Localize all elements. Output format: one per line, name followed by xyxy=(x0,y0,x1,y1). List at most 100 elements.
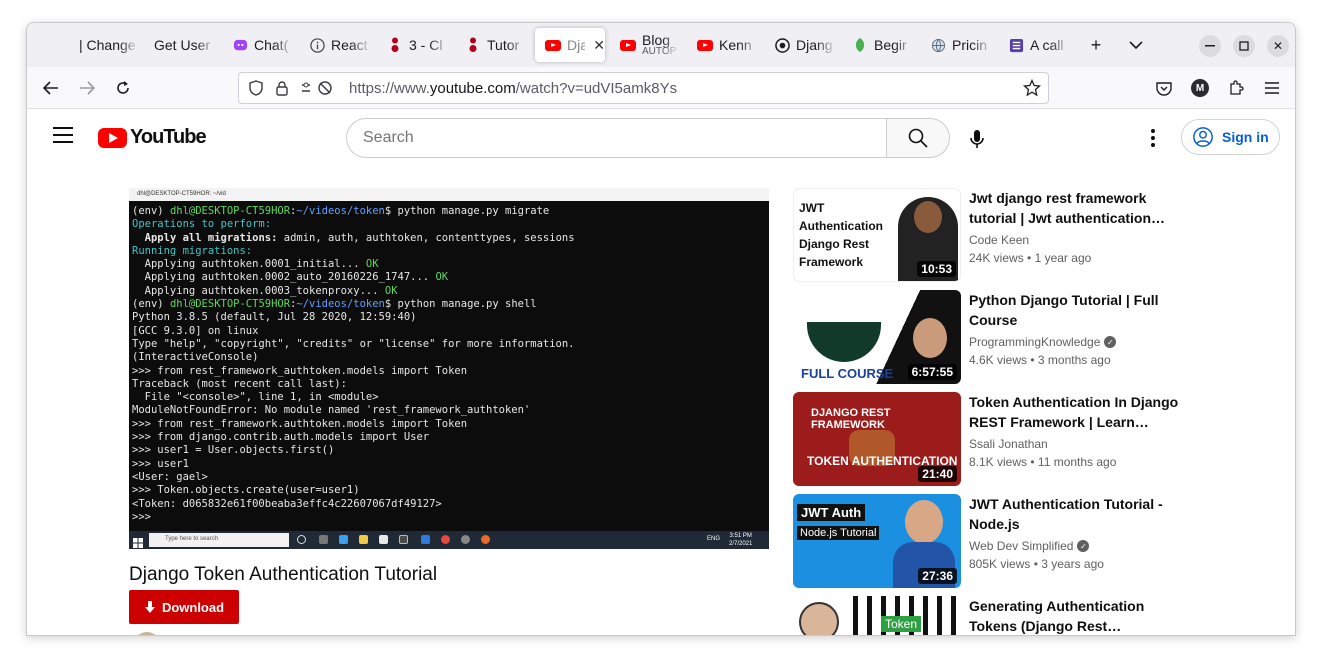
pocket-button[interactable] xyxy=(1152,76,1176,100)
tab-a-call[interactable]: A call xyxy=(998,28,1070,62)
related-meta: 8.1K views • 11 months ago xyxy=(969,455,1117,469)
download-arrow-icon xyxy=(144,600,155,613)
presenter-face xyxy=(799,602,839,635)
github-desktop-icon xyxy=(461,535,470,544)
related-channel[interactable]: ProgrammingKnowledge ✓ xyxy=(969,335,1117,349)
tab-tutor[interactable]: Tutor xyxy=(455,28,527,62)
globe-icon xyxy=(930,37,946,53)
new-tab-button[interactable]: + xyxy=(1083,33,1109,57)
sign-in-button[interactable]: Sign in xyxy=(1181,119,1280,155)
duration-badge: 27:36 xyxy=(918,568,957,584)
tab-django-active[interactable]: Dja ✕ xyxy=(535,28,605,62)
related-channel[interactable]: Code Keen xyxy=(969,233,1029,247)
tab-label: Dja xyxy=(567,37,585,53)
folder-icon xyxy=(359,535,368,544)
minimize-button[interactable] xyxy=(1199,35,1221,57)
guide-menu-icon[interactable] xyxy=(53,127,73,143)
chevron-down-icon xyxy=(1129,40,1143,49)
thumbnail-text: JWT Authentication Django Rest Framework xyxy=(799,201,883,269)
download-button[interactable]: Download xyxy=(129,590,239,624)
related-title[interactable]: Token Authentication In Django REST Fram… xyxy=(969,392,1179,432)
permissions-icon[interactable] xyxy=(301,79,335,97)
nav-bar: https://www.youtube.com/watch?v=udVI5amk… xyxy=(27,67,1295,109)
video-thumbnail[interactable]: Token xyxy=(793,596,961,635)
video-thumbnail[interactable]: FULL COURSE 6:57:55 xyxy=(793,290,961,384)
tab-blog[interactable]: Blog AUTOP xyxy=(610,28,682,62)
edge-icon xyxy=(339,535,348,544)
close-tab-icon[interactable]: ✕ xyxy=(593,37,605,54)
video-thumbnail[interactable]: DJANGO REST FRAMEWORK TOKEN AUTHENTICATI… xyxy=(793,392,961,486)
list-all-tabs-button[interactable] xyxy=(1123,33,1149,57)
tab-react[interactable]: React xyxy=(299,28,371,62)
related-video[interactable]: FULL COURSE 6:57:55 Python Django Tutori… xyxy=(793,290,1213,384)
extensions-button[interactable] xyxy=(1224,76,1248,100)
related-title[interactable]: Generating Authentication Tokens (Django… xyxy=(969,596,1179,635)
tab-django-github[interactable]: Djang xyxy=(764,28,836,62)
related-title[interactable]: JWT Authentication Tutorial - Node.js xyxy=(969,494,1179,534)
settings-more-icon[interactable] xyxy=(1143,127,1163,151)
terminal-title-bar: dhl@DESKTOP-CT59HOR: ~/vid xyxy=(129,188,769,201)
related-video[interactable]: JWT Authentication Django Rest Framework… xyxy=(793,188,1213,282)
forward-button[interactable] xyxy=(75,76,99,100)
close-window-button[interactable]: ✕ xyxy=(1267,35,1289,57)
maximize-button[interactable] xyxy=(1233,35,1255,57)
search-button[interactable] xyxy=(886,118,950,158)
related-channel[interactable]: Web Dev Simplified ✓ xyxy=(969,539,1090,553)
youtube-icon xyxy=(697,37,713,53)
video-thumbnail[interactable]: JWT Authentication Django Rest Framework… xyxy=(793,188,961,282)
url-path: /watch?v=udVI5amk8Ys xyxy=(515,80,678,97)
dots-icon xyxy=(387,37,403,53)
youtube-play-icon xyxy=(98,127,127,148)
forward-arrow-icon xyxy=(80,81,95,95)
reload-button[interactable] xyxy=(111,76,135,100)
app-menu-button[interactable] xyxy=(1260,76,1284,100)
vscode-icon xyxy=(421,535,430,544)
channel-avatar[interactable] xyxy=(133,632,161,635)
tab-3-cl[interactable]: 3 - Cl xyxy=(377,28,449,62)
lock-icon[interactable] xyxy=(273,79,291,97)
view-count: 4.6K views xyxy=(969,353,1028,367)
youtube-header: YouTube Sign in xyxy=(27,109,1295,165)
search-input[interactable] xyxy=(347,119,886,157)
back-button[interactable] xyxy=(39,76,63,100)
shield-icon[interactable] xyxy=(247,79,265,97)
microphone-icon[interactable] xyxy=(965,127,989,151)
bookmark-star-icon[interactable] xyxy=(1023,79,1041,97)
tab-begin[interactable]: Begir xyxy=(842,28,914,62)
thumbnail-text: DJANGO REST FRAMEWORK xyxy=(811,407,891,431)
store-icon xyxy=(379,535,388,544)
back-arrow-icon xyxy=(43,81,58,95)
account-circle-icon xyxy=(1193,127,1213,147)
related-channel[interactable]: Ssali Jonathan xyxy=(969,437,1048,451)
terminal-app-icon xyxy=(399,535,408,544)
channel-name: Web Dev Simplified xyxy=(969,539,1074,553)
url-text: https://www.youtube.com/watch?v=udVI5amk… xyxy=(349,80,677,97)
youtube-icon xyxy=(620,37,636,53)
tab-change[interactable]: | Change xyxy=(69,28,139,62)
thumbnail-text: Token xyxy=(881,616,922,632)
tab-chat[interactable]: Chat( xyxy=(222,28,294,62)
related-meta: 805K views • 3 years ago xyxy=(969,557,1104,571)
account-button[interactable]: M xyxy=(1188,76,1212,100)
related-meta: 4.6K views • 3 months ago xyxy=(969,353,1111,367)
video-thumbnail[interactable]: JWT Auth Node.js Tutorial 27:36 xyxy=(793,494,961,588)
related-title[interactable]: Jwt django rest framework tutorial | Jwt… xyxy=(969,188,1179,228)
taskbar-search-text: Type here to search xyxy=(165,536,219,542)
tab-kenn[interactable]: Kenn xyxy=(687,28,759,62)
related-video[interactable]: Token Generating Authentication Tokens (… xyxy=(793,596,1213,635)
tab-strip: | Change Get User Chat( React 3 - Cl Tut… xyxy=(27,23,1295,67)
related-title[interactable]: Python Django Tutorial | Full Course xyxy=(969,290,1179,330)
tab-get-user[interactable]: Get User xyxy=(144,28,216,62)
youtube-logo[interactable]: YouTube xyxy=(98,126,207,149)
tab-pricing[interactable]: Pricin xyxy=(920,28,992,62)
url-bar[interactable]: https://www.youtube.com/watch?v=udVI5amk… xyxy=(238,72,1049,104)
channel-name: Ssali Jonathan xyxy=(969,437,1048,451)
verified-badge-icon: ✓ xyxy=(1104,336,1117,348)
related-video[interactable]: DJANGO REST FRAMEWORK TOKEN AUTHENTICATI… xyxy=(793,392,1213,486)
view-count: 24K views xyxy=(969,251,1024,265)
windows-start-icon xyxy=(133,535,143,548)
hamburger-icon xyxy=(1265,82,1279,94)
video-player[interactable]: dhl@DESKTOP-CT59HOR: ~/vid (env) dhl@DES… xyxy=(129,188,769,549)
taskview-icon xyxy=(319,535,328,544)
related-video[interactable]: JWT Auth Node.js Tutorial 27:36 JWT Auth… xyxy=(793,494,1213,588)
